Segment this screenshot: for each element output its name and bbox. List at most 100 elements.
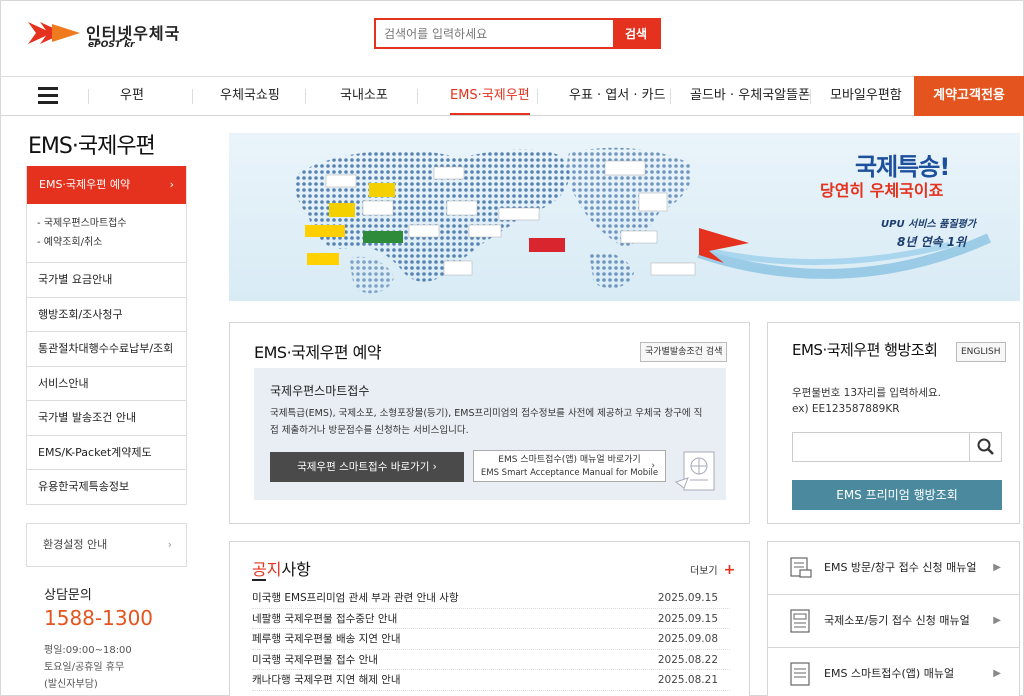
notice-item-date: 2025.08.21 <box>657 674 718 686</box>
lnb-item-rates[interactable]: 국가별 요금안내 <box>27 263 186 298</box>
logo-subtext: ePOST kr <box>88 40 135 50</box>
nav-divider <box>670 89 671 104</box>
notice-item[interactable]: 캐나다행 국제우편 지연 해제 안내 2025.08.21 <box>252 670 730 691</box>
app-manual-button[interactable]: EMS 스마트접수(앱) 매뉴얼 바로가기 EMS Smart Acceptan… <box>473 450 666 482</box>
lnb-item-label: EMS·국제우편 예약 <box>39 178 131 191</box>
notice-item-date: 2025.09.15 <box>657 592 718 604</box>
cs-hours: 평일:09:00~18:00 토요일/공휴일 휴무 (발신자부담) <box>44 642 132 693</box>
nav-divider <box>537 89 538 104</box>
tracking-panel: EMS·국제우편 행방조회 ENGLISH 우편물번호 13자리를 입력하세요.… <box>767 322 1020 524</box>
lnb-item-country-conditions[interactable]: 국가별 발송조건 안내 <box>27 401 186 436</box>
app-manual-sublabel: EMS Smart Acceptance Manual for Mobile <box>480 468 659 478</box>
settings-guide-label: 환경설정 안내 <box>43 538 108 551</box>
nav-item-mobile-mailbox[interactable]: 모바일우편함 <box>830 77 902 115</box>
epost-logo[interactable]: 인터넷우체국 ePOST kr <box>26 14 186 54</box>
search-button[interactable]: 검색 <box>613 20 659 47</box>
notice-item-title: 미국행 국제우편물 접수 안내 <box>252 653 378 666</box>
lnb-sub-reservation-lookup[interactable]: - 예약조회/취소 <box>37 233 186 252</box>
lnb-item-service-info[interactable]: 서비스안내 <box>27 367 186 401</box>
country-conditions-search-button[interactable]: 국가별발송조건 검색 <box>640 342 728 362</box>
nav-item-shopping[interactable]: 우체국쇼핑 <box>220 77 280 115</box>
lnb-item-reservation[interactable]: EMS·국제우편 예약 › <box>27 166 186 204</box>
manual-visit-acceptance[interactable]: EMS 방문/창구 접수 신청 매뉴얼 ▶ <box>767 541 1020 594</box>
notice-more-link[interactable]: 더보기 + <box>690 562 735 578</box>
lnb-item-tracking[interactable]: 행방조회/조사청구 <box>27 298 186 332</box>
smart-acceptance-title: 국제우편스마트접수 <box>270 384 370 398</box>
nav-divider <box>305 89 306 104</box>
lnb-item-customs[interactable]: 통관절차대행수수료납부/조회 <box>27 332 186 367</box>
tracking-number-input[interactable] <box>793 433 969 461</box>
tracking-help-line: 우편물번호 13자리를 입력하세요. <box>792 387 941 399</box>
banner-caption: 8년 연속 1위 <box>897 235 967 249</box>
nav-divider <box>417 89 418 104</box>
lnb-submenu: - 국제우편스마트접수 - 예약조회/취소 <box>27 204 186 263</box>
manual-label: EMS 방문/창구 접수 신청 매뉴얼 <box>824 561 977 574</box>
epost-logo-icon <box>28 22 80 44</box>
cs-title: 상담문의 <box>44 588 92 603</box>
chevron-right-icon: › <box>169 178 174 191</box>
notice-item[interactable]: 미국행 EMS프리미엄 관세 부과 관련 안내 사항 2025.09.15 <box>252 588 730 609</box>
chevron-right-icon: › <box>167 538 172 551</box>
chevron-right-icon: › <box>651 461 655 471</box>
section-title: EMS·국제우편 <box>28 134 156 159</box>
nav-divider <box>88 89 89 104</box>
search-bar: 검색 <box>374 18 661 49</box>
manual-links: EMS 방문/창구 접수 신청 매뉴얼 ▶ 국제소포/등기 접수 신청 매뉴얼 … <box>767 541 1020 696</box>
notice-item-date: 2025.08.22 <box>657 653 718 666</box>
nav-divider <box>192 89 193 104</box>
reservation-title: EMS·국제우편 예약 <box>254 343 382 362</box>
notice-item-title: 페루행 국제우편물 배송 지연 안내 <box>252 633 401 645</box>
notice-item-title: 캐나다행 국제우편 지연 해제 안내 <box>252 674 401 686</box>
lnb-item-contract[interactable]: EMS/K-Packet계약제도 <box>27 436 186 470</box>
tracking-title: EMS·국제우편 행방조회 <box>792 341 938 359</box>
notice-title-highlight: 공지 <box>252 560 282 579</box>
lnb-item-useful-info[interactable]: 유용한국제특송정보 <box>27 470 186 505</box>
settings-guide-button[interactable]: 환경설정 안내 › <box>26 523 187 567</box>
tracking-search-button[interactable] <box>969 433 1001 461</box>
cs-hours-line: 토요일/공휴일 휴무 <box>44 662 125 673</box>
notice-item-date: 2025.09.15 <box>657 612 718 625</box>
notice-title: 공지사항 <box>252 556 311 580</box>
tracking-search-box <box>792 432 1002 462</box>
search-input[interactable] <box>376 20 613 47</box>
banner-caption: UPU 서비스 품질평가 <box>881 219 976 230</box>
cs-hours-line: 평일:09:00~18:00 <box>44 645 132 656</box>
nav-item-mail[interactable]: 우편 <box>120 77 144 115</box>
global-nav: 우편 우체국쇼핑 국내소포 EMS·국제우편 우표 · 엽서 · 카드 골드바 … <box>0 76 1024 116</box>
manual-label: EMS 스마트접수(앱) 매뉴얼 <box>824 667 955 680</box>
chevron-right-icon: ▶ <box>993 668 1001 679</box>
chevron-right-icon: ▶ <box>993 562 1001 573</box>
smart-acceptance-panel: 국제우편스마트접수 국제특급(EMS), 국제소포, 소형포장물(등기), EM… <box>254 368 726 500</box>
notice-item-title: 미국행 EMS프리미엄 관세 부과 관련 안내 사항 <box>252 592 459 604</box>
cs-phone: 1588-1300 <box>44 606 154 630</box>
form-icon <box>790 609 810 633</box>
promo-banner[interactable]: 국제특송! 당연히 우체국이죠 UPU 서비스 품질평가 8년 연속 1위 <box>229 133 1020 301</box>
nav-item-parcel[interactable]: 국내소포 <box>340 77 388 115</box>
reservation-panel: EMS·국제우편 예약 국가별발송조건 검색 국제우편스마트접수 국제특급(EM… <box>229 322 750 524</box>
banner-subtitle: 당연히 우체국이죠 <box>820 181 944 200</box>
manual-parcel-acceptance[interactable]: 국제소포/등기 접수 신청 매뉴얼 ▶ <box>767 594 1020 647</box>
smart-acceptance-button[interactable]: 국제우편 스마트접수 바로가기 › <box>270 452 464 482</box>
title-underline <box>252 579 266 581</box>
notice-item[interactable]: 네팔행 국제우편물 접수중단 안내 2025.09.15 <box>252 609 730 629</box>
notice-item-title: 네팔행 국제우편물 접수중단 안내 <box>252 612 398 625</box>
notice-item[interactable]: 미국행 국제우편물 접수 안내 2025.08.22 <box>252 650 730 670</box>
document-globe-icon <box>674 451 715 491</box>
tracking-example: ex) EE123587889KR <box>792 403 900 415</box>
cs-hours-line: (발신자부담) <box>44 679 98 690</box>
contract-customer-button[interactable]: 계약고객전용 <box>914 76 1024 116</box>
lnb-sub-smart-acceptance[interactable]: - 국제우편스마트접수 <box>37 214 186 233</box>
notice-item[interactable]: 페루행 국제우편물 배송 지연 안내 2025.09.08 <box>252 629 730 650</box>
nav-divider <box>810 89 811 104</box>
ems-premium-tracking-button[interactable]: EMS 프리미엄 행방조회 <box>792 480 1002 510</box>
manual-label: 국제소포/등기 접수 신청 매뉴얼 <box>824 614 970 627</box>
nav-item-goldbar[interactable]: 골드바 · 우체국알뜰폰 <box>690 77 810 115</box>
menu-icon[interactable] <box>28 84 68 110</box>
manual-smart-app[interactable]: EMS 스마트접수(앱) 매뉴얼 ▶ <box>767 647 1020 696</box>
nav-item-stamps[interactable]: 우표 · 엽서 · 카드 <box>569 77 666 115</box>
app-manual-label: EMS 스마트접수(앱) 매뉴얼 바로가기 <box>498 455 641 465</box>
smart-acceptance-description: 국제특급(EMS), 국제소포, 소형포장물(등기), EMS프리미엄의 접수정… <box>270 408 703 436</box>
notice-list: 미국행 EMS프리미엄 관세 부과 관련 안내 사항 2025.09.15 네팔행… <box>252 588 730 691</box>
english-button[interactable]: ENGLISH <box>956 342 1006 362</box>
nav-item-ems[interactable]: EMS·국제우편 <box>450 77 530 115</box>
